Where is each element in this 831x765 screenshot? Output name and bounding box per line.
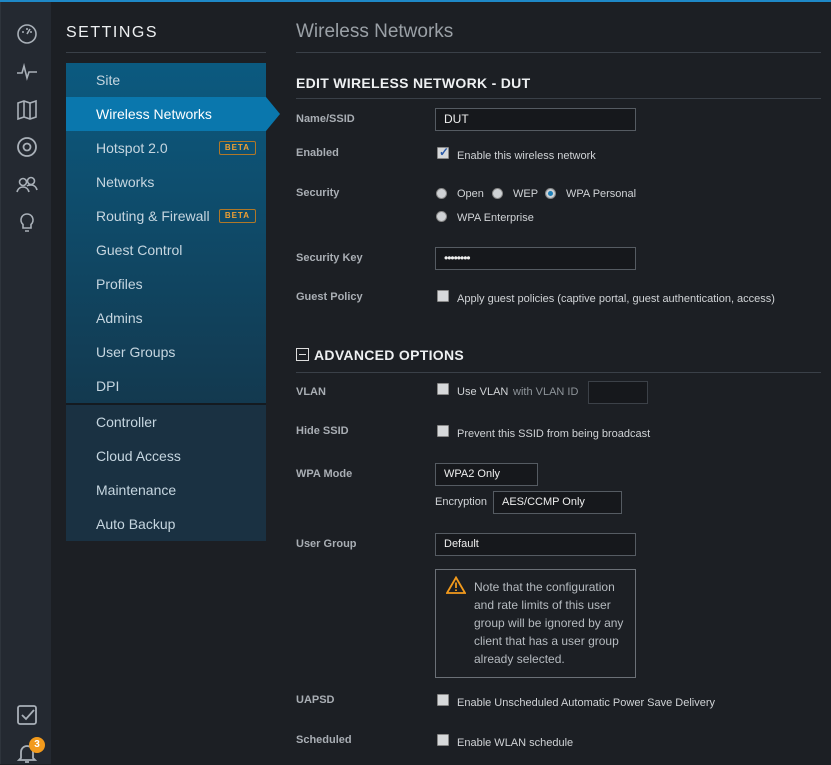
ssid-input[interactable]: DUT bbox=[435, 108, 636, 131]
security-key-label: Security Key bbox=[296, 252, 363, 264]
beta-badge: BETA bbox=[218, 209, 256, 223]
page-title: Wireless Networks bbox=[296, 21, 454, 42]
nav-item-label: Guest Control bbox=[96, 242, 183, 258]
nav-item-label: Maintenance bbox=[96, 482, 177, 498]
nav-item-wireless-networks[interactable]: Wireless Networks bbox=[66, 97, 280, 131]
divider bbox=[66, 52, 266, 53]
nav-item-networks[interactable]: Networks bbox=[66, 165, 266, 199]
divider bbox=[296, 52, 821, 53]
nav-item-cloud-access[interactable]: Cloud Access bbox=[66, 439, 266, 473]
nav-item-label: User Groups bbox=[96, 344, 176, 360]
section-title: EDIT WIRELESS NETWORK - DUT bbox=[296, 75, 531, 91]
nav-item-site[interactable]: Site bbox=[66, 63, 266, 97]
nav-item-label: Routing & Firewall bbox=[96, 208, 210, 224]
nav-item-label: Site bbox=[96, 72, 121, 88]
nav-item-label: Profiles bbox=[96, 276, 143, 292]
nav-item-label: DPI bbox=[96, 378, 120, 394]
statistics-icon[interactable] bbox=[15, 60, 39, 84]
divider bbox=[296, 372, 821, 373]
devices-icon[interactable] bbox=[15, 135, 39, 159]
security-wpa-enterprise-radio[interactable] bbox=[436, 211, 447, 222]
scheduled-label: Scheduled bbox=[296, 734, 352, 746]
hide-ssid-text: Prevent this SSID from being broadcast bbox=[457, 428, 651, 440]
security-wep-radio[interactable] bbox=[492, 188, 503, 199]
security-wpa-personal-label: WPA Personal bbox=[566, 188, 637, 200]
vlan-id-text: with VLAN ID bbox=[513, 386, 579, 398]
nav-item-label: Cloud Access bbox=[96, 448, 181, 464]
nav-item-controller[interactable]: Controller bbox=[66, 405, 266, 439]
nav-item-maintenance[interactable]: Maintenance bbox=[66, 473, 266, 507]
settings-nav: Site Wireless Networks Hotspot 2.0 BETA Netw… bbox=[66, 63, 280, 541]
encryption-label: Encryption bbox=[435, 496, 487, 508]
hide-ssid-label: Hide SSID bbox=[296, 425, 349, 437]
security-open-radio[interactable] bbox=[436, 188, 447, 199]
collapse-icon[interactable] bbox=[296, 348, 309, 361]
scheduled-text: Enable WLAN schedule bbox=[457, 737, 574, 749]
uapsd-text: Enable Unscheduled Automatic Power Save … bbox=[457, 697, 716, 709]
guest-policy-text: Apply guest policies (captive portal, gu… bbox=[457, 293, 775, 305]
enabled-text: Enable this wireless network bbox=[457, 150, 596, 162]
security-key-input[interactable]: •••••••• bbox=[435, 247, 636, 270]
nav-item-label: Controller bbox=[96, 414, 157, 430]
nav-item-label: Admins bbox=[96, 310, 143, 326]
settings-title: SETTINGS bbox=[66, 24, 159, 41]
clients-icon[interactable] bbox=[15, 173, 39, 197]
advanced-options-title[interactable]: ADVANCED OPTIONS bbox=[314, 347, 464, 363]
scheduled-checkbox[interactable] bbox=[437, 734, 449, 746]
user-group-note: Note that the configuration and rate lim… bbox=[435, 569, 636, 678]
divider bbox=[296, 98, 821, 99]
nav-item-routing-firewall[interactable]: Routing & Firewall BETA bbox=[66, 199, 266, 233]
wpa-mode-label: WPA Mode bbox=[296, 468, 353, 480]
guest-policy-checkbox[interactable] bbox=[437, 290, 449, 302]
encryption-select[interactable]: AES/CCMP Only bbox=[493, 491, 622, 514]
user-group-select[interactable]: Default bbox=[435, 533, 636, 556]
nav-item-guest-control[interactable]: Guest Control bbox=[66, 233, 266, 267]
vlan-checkbox[interactable] bbox=[437, 383, 449, 395]
note-text: Note that the configuration and rate lim… bbox=[474, 580, 624, 666]
nav-item-label: Hotspot 2.0 bbox=[96, 140, 168, 156]
wpa-mode-select[interactable]: WPA2 Only bbox=[435, 463, 538, 486]
vlan-text: Use VLAN bbox=[457, 386, 509, 398]
uapsd-checkbox[interactable] bbox=[437, 694, 449, 706]
warning-icon bbox=[446, 576, 466, 594]
security-wpa-personal-radio[interactable] bbox=[545, 188, 556, 199]
nav-item-dpi[interactable]: DPI bbox=[66, 369, 266, 403]
enabled-label: Enabled bbox=[296, 147, 339, 159]
security-open-label: Open bbox=[457, 188, 484, 200]
nav-item-hotspot-2-0[interactable]: Hotspot 2.0 BETA bbox=[66, 131, 266, 165]
security-wep-label: WEP bbox=[513, 188, 539, 200]
map-icon[interactable] bbox=[15, 98, 39, 122]
vlan-id-input[interactable] bbox=[588, 381, 648, 404]
hide-ssid-checkbox[interactable] bbox=[437, 425, 449, 437]
icon-rail bbox=[0, 2, 51, 764]
vlan-label: VLAN bbox=[296, 386, 326, 398]
dashboard-icon[interactable] bbox=[15, 22, 39, 46]
name-label: Name/SSID bbox=[296, 113, 355, 125]
nav-item-profiles[interactable]: Profiles bbox=[66, 267, 266, 301]
nav-item-auto-backup[interactable]: Auto Backup bbox=[66, 507, 266, 541]
beta-badge: BETA bbox=[218, 141, 256, 155]
user-group-label: User Group bbox=[296, 538, 357, 550]
notification-count-badge: 3 bbox=[29, 737, 45, 753]
security-label: Security bbox=[296, 187, 340, 199]
enabled-checkbox[interactable] bbox=[437, 145, 449, 159]
alerts-icon[interactable] bbox=[15, 703, 39, 727]
uapsd-label: UAPSD bbox=[296, 694, 335, 706]
security-wpa-enterprise-label: WPA Enterprise bbox=[457, 212, 534, 224]
nav-item-label: Auto Backup bbox=[96, 516, 176, 532]
insights-icon[interactable] bbox=[15, 211, 39, 235]
guest-policy-label: Guest Policy bbox=[296, 291, 363, 303]
nav-item-label: Networks bbox=[96, 174, 155, 190]
nav-item-user-groups[interactable]: User Groups bbox=[66, 335, 266, 369]
top-accent-line bbox=[0, 0, 831, 2]
nav-item-admins[interactable]: Admins bbox=[66, 301, 266, 335]
nav-item-label: Wireless Networks bbox=[96, 106, 212, 122]
